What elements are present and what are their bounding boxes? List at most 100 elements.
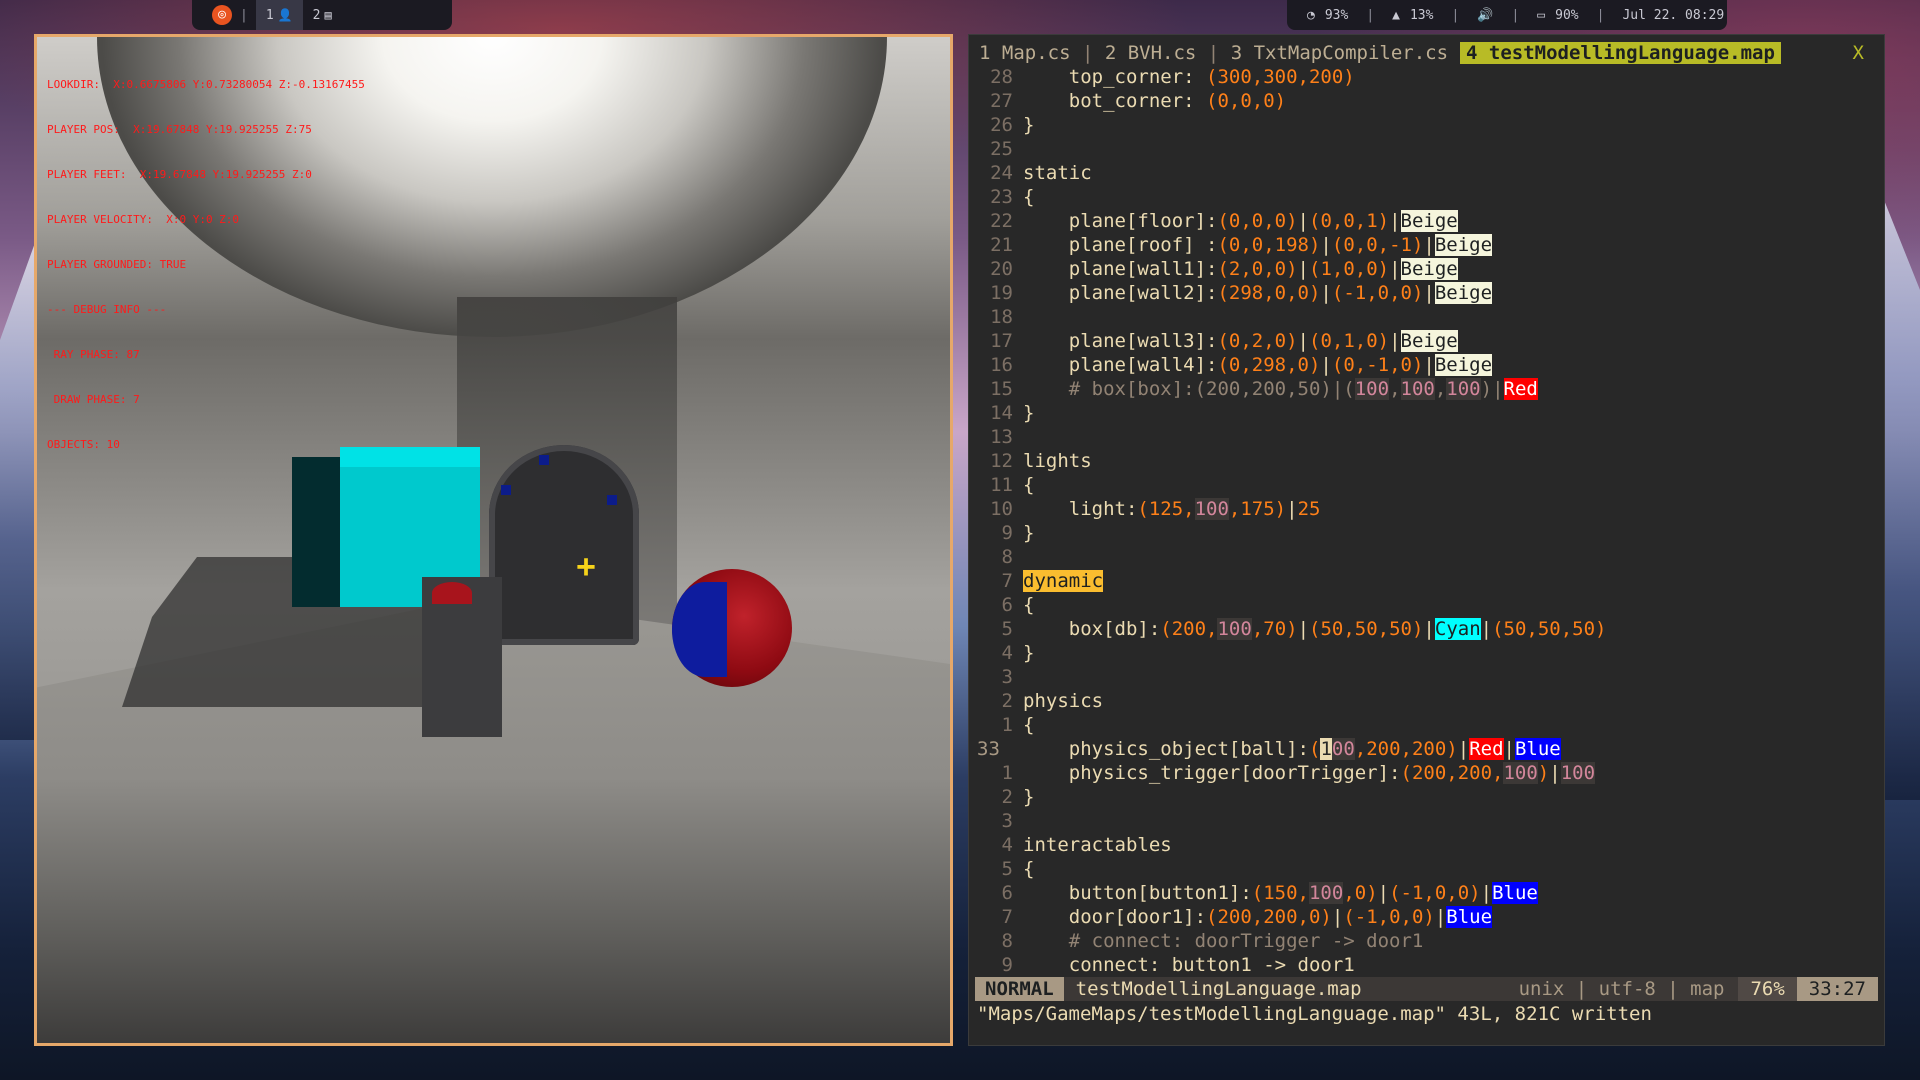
tab-map-cs[interactable]: 1 Map.cs <box>979 42 1071 64</box>
line-text: top_corner: (300,300,200) <box>1023 65 1355 89</box>
line-number: 27 <box>990 90 1013 112</box>
door-object <box>489 445 639 645</box>
line-number: 33 <box>977 738 1000 760</box>
code-token: physics <box>1023 690 1104 712</box>
code-token: | <box>1457 738 1470 760</box>
code-area[interactable]: 28 top_corner: (300,300,200) 27 bot_corne… <box>969 65 1886 977</box>
code-line[interactable]: 6 button[button1]:(150,100,0)|(-1,0,0)|B… <box>969 881 1886 905</box>
line-text: } <box>1023 641 1034 665</box>
tab-bvh-cs[interactable]: 2 BVH.cs <box>1105 42 1197 64</box>
code-line[interactable]: 24 static <box>969 161 1886 185</box>
code-token: Beige <box>1434 354 1493 376</box>
code-line[interactable]: 15 # box[box]:(200,200,50)|(100,100,100)… <box>969 377 1886 401</box>
code-line[interactable]: 7 dynamic <box>969 569 1886 593</box>
code-line[interactable]: 7 door[door1]:(200,200,0)|(-1,0,0)|Blue <box>969 905 1886 929</box>
code-line[interactable]: 19 plane[wall2]:(298,0,0)|(-1,0,0)|Beige <box>969 281 1886 305</box>
code-line[interactable]: 9} <box>969 521 1886 545</box>
crosshair-icon: + <box>576 547 596 585</box>
code-token: Blue <box>1514 738 1561 760</box>
code-line[interactable]: 25 <box>969 137 1886 161</box>
code-token: (1,0,0) <box>1309 258 1390 280</box>
code-line[interactable]: 33 physics_object[ball]:(100,200,200)|Re… <box>969 737 1886 761</box>
code-token: plane[roof] : <box>1023 234 1218 256</box>
code-token: door[door1]: <box>1023 906 1207 928</box>
code-line[interactable]: 4 interactables <box>969 833 1886 857</box>
code-token: 100 <box>1400 378 1435 400</box>
code-token: # connect: doorTrigger -> door1 <box>1023 930 1424 952</box>
code-token: physics_object[ball]: <box>1023 738 1309 760</box>
code-line[interactable]: 5 box[db]:(200,100,70)|(50,50,50)|Cyan|(… <box>969 617 1886 641</box>
code-token: (-1,0,0) <box>1389 882 1481 904</box>
tab-testmodellinglanguage-map[interactable]: 4 testModellingLanguage.map <box>1460 42 1781 64</box>
code-line[interactable]: 28 top_corner: (300,300,200) <box>969 65 1886 89</box>
line-text: { <box>1023 185 1034 209</box>
line-number: 9 <box>1001 522 1013 544</box>
code-line[interactable]: 6{ <box>969 593 1886 617</box>
vim-editor[interactable]: 1 Map.cs | 2 BVH.cs | 3 TxtMapCompiler.c… <box>968 34 1885 1046</box>
workspace-2-label: 2 <box>312 7 321 23</box>
code-line[interactable]: 4} <box>969 641 1886 665</box>
code-line[interactable]: 1{ <box>969 713 1886 737</box>
workspace-2[interactable]: 2 ▤ <box>303 0 342 30</box>
code-token: } <box>1023 642 1035 664</box>
code-line[interactable]: 8 # connect: doorTrigger -> door1 <box>969 929 1886 953</box>
code-line[interactable]: 5{ <box>969 857 1886 881</box>
tab-txtmapcompiler-cs[interactable]: 3 TxtMapCompiler.cs <box>1231 42 1448 64</box>
code-token: bot_corner: <box>1023 90 1207 112</box>
code-line[interactable]: 22 plane[floor]:(0,0,0)|(0,0,1)|Beige <box>969 209 1886 233</box>
ubuntu-icon[interactable]: ◎ <box>212 5 232 25</box>
code-line[interactable]: 2} <box>969 785 1886 809</box>
status-filename: testModellingLanguage.map <box>1075 978 1362 1000</box>
code-line[interactable]: 14} <box>969 401 1886 425</box>
code-token: ,200,200) <box>1354 738 1458 760</box>
code-token: button[button1]: <box>1023 882 1252 904</box>
code-token: connect: button1 -> door1 <box>1023 954 1355 976</box>
button-red-cap <box>432 582 472 604</box>
code-token: interactables <box>1023 834 1172 856</box>
code-line[interactable]: 16 plane[wall4]:(0,298,0)|(0,-1,0)|Beige <box>969 353 1886 377</box>
line-number: 22 <box>990 210 1013 232</box>
code-line[interactable]: 17 plane[wall3]:(0,2,0)|(0,1,0)|Beige <box>969 329 1886 353</box>
code-token: ,175) <box>1228 498 1287 520</box>
code-token: light: <box>1023 498 1138 520</box>
code-line[interactable]: 2 physics <box>969 689 1886 713</box>
code-line[interactable]: 21 plane[roof] :(0,0,198)|(0,0,-1)|Beige <box>969 233 1886 257</box>
line-number: 5 <box>1001 858 1013 880</box>
code-line[interactable]: 11 { <box>969 473 1886 497</box>
memory-icon: ▲ <box>1392 7 1400 23</box>
code-line[interactable]: 23 { <box>969 185 1886 209</box>
code-line[interactable]: 18 <box>969 305 1886 329</box>
workspace-1[interactable]: 1 👤 <box>255 0 303 30</box>
volume-icon[interactable]: 🔊 <box>1477 8 1493 23</box>
code-line[interactable]: 10 light:(125,100,175)|25 <box>969 497 1886 521</box>
code-token: 100 <box>1354 378 1390 400</box>
command-line[interactable]: "Maps/GameMaps/testModellingLanguage.map… <box>977 1003 1652 1025</box>
code-line[interactable]: 12 lights <box>969 449 1886 473</box>
line-text: } <box>1023 401 1034 425</box>
code-line[interactable]: 3 <box>969 665 1886 689</box>
code-line[interactable]: 8 <box>969 545 1886 569</box>
game-viewport[interactable]: + LOOKDIR: X:0.6675806 Y:0.73280054 Z:-0… <box>34 34 953 1046</box>
code-line[interactable]: 3 <box>969 809 1886 833</box>
close-tab-button[interactable]: X <box>1853 42 1864 64</box>
tabline: 1 Map.cs | 2 BVH.cs | 3 TxtMapCompiler.c… <box>979 41 1874 65</box>
status-cursor-position: 33:27 <box>1796 977 1878 1001</box>
code-line[interactable]: 13 <box>969 425 1886 449</box>
code-token: 100 <box>1308 882 1344 904</box>
code-line[interactable]: 27 bot_corner: (0,0,0) <box>969 89 1886 113</box>
code-token: plane[wall4]: <box>1023 354 1218 376</box>
line-number: 17 <box>990 330 1013 352</box>
line-number: 10 <box>990 498 1013 520</box>
code-token: (0,0,0) <box>1217 210 1298 232</box>
line-text: connect: button1 -> door1 <box>1023 953 1355 977</box>
code-token: Beige <box>1400 210 1458 232</box>
code-line[interactable]: 1 physics_trigger[doorTrigger]:(200,200,… <box>969 761 1886 785</box>
clock[interactable]: Jul 22. 08:29 <box>1622 8 1724 23</box>
battery-icon: ▭ <box>1537 7 1546 23</box>
line-text: physics_trigger[doorTrigger]:(200,200,10… <box>1023 761 1596 785</box>
code-token: (200,200,0) <box>1206 906 1332 928</box>
code-line[interactable]: 26} <box>969 113 1886 137</box>
code-line[interactable]: 20 plane[wall1]:(2,0,0)|(1,0,0)|Beige <box>969 257 1886 281</box>
code-line[interactable]: 9 connect: button1 -> door1 <box>969 953 1886 977</box>
code-token: | <box>1297 330 1309 352</box>
